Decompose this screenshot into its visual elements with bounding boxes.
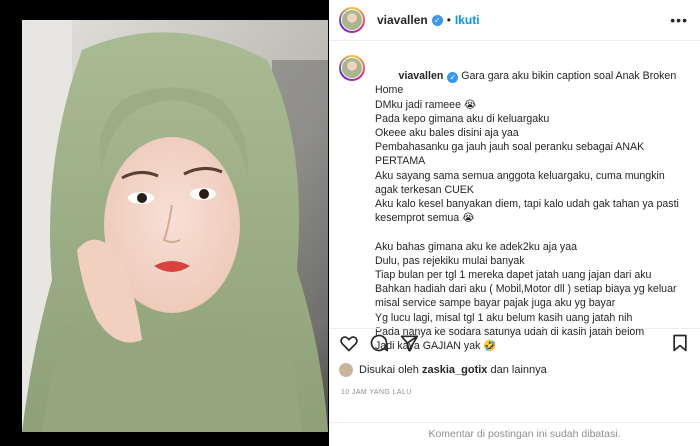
caption-line: Yg lucu lagi, misal tgl 1 aku belum kasi… — [375, 311, 633, 324]
comments-disabled-notice: Komentar di postingan ini sudah dibatasi… — [329, 422, 700, 446]
caption-line: Pembahasanku ga jauh jauh soal peranku s… — [375, 141, 645, 154]
avatar-image — [342, 10, 362, 30]
verified-check-icon: ✓ — [447, 72, 459, 84]
instagram-post-modal: viavallen ✓ • Ikuti ••• viavallen ✓ Gara … — [0, 0, 700, 446]
heart-icon[interactable] — [339, 333, 359, 353]
caption-line: Aku bahas gimana aku ke adek2ku aja yaa — [375, 240, 578, 253]
liked-by-suffix[interactable]: dan lainnya — [490, 364, 546, 376]
follow-button[interactable]: Ikuti — [455, 13, 480, 27]
verified-check-icon: ✓ — [431, 14, 443, 26]
likes-summary: Disukai oleh zaskia_gotix dan lainnya — [339, 363, 547, 377]
post-photo-illustration — [22, 20, 328, 432]
action-bar — [329, 328, 700, 356]
caption-line: Okeee aku bales disini aja yaa — [375, 127, 519, 140]
liked-by-user-link[interactable]: zaskia_gotix — [422, 364, 487, 376]
caption-line: DMku jadi rameee 😭 — [375, 98, 477, 111]
post-timestamp[interactable]: 10 JAM YANG LALU — [341, 389, 412, 396]
caption-line: Aku sayang sama semua anggota keluargaku… — [375, 169, 665, 182]
modal-backdrop[interactable] — [0, 0, 22, 446]
username-link[interactable]: viavallen — [377, 13, 428, 27]
caption-section: viavallen ✓ Gara gara aku bikin caption s… — [329, 41, 700, 352]
post-header: viavallen ✓ • Ikuti ••• — [329, 0, 700, 41]
post-photo[interactable] — [22, 20, 328, 432]
separator-dot: • — [446, 13, 451, 27]
caption-line: misal service sampe bayar pajak juga aku… — [375, 297, 616, 310]
caption-line: Bahkan hadiah dari aku ( Mobil,Motor dll… — [375, 283, 677, 296]
caption-line: kesemprot semua 😭 — [375, 212, 475, 225]
avatar-image — [342, 58, 362, 78]
caption-line: Pada kepo gimana aku di keluargaku — [375, 112, 550, 125]
post-caption: viavallen ✓ Gara gara aku bikin caption s… — [375, 55, 688, 353]
caption-line: PERTAMA — [375, 155, 426, 168]
liked-by-prefix: Disukai oleh — [359, 364, 419, 376]
liker-avatar[interactable] — [339, 363, 353, 377]
caption-line: Tiap bulan per tgl 1 mereka dapet jatah … — [375, 269, 652, 282]
caption-line: agak terkesan CUEK — [375, 183, 474, 196]
caption-line: Aku kalo kesel banyakan diem, tapi kalo … — [375, 198, 679, 211]
avatar[interactable] — [339, 7, 365, 33]
caption-line: Dulu, pas rejekiku mulai banyak — [375, 254, 525, 267]
more-options-icon[interactable]: ••• — [670, 12, 688, 28]
post-side-panel: viavallen ✓ • Ikuti ••• viavallen ✓ Gara … — [329, 0, 700, 446]
bookmark-icon[interactable] — [670, 333, 690, 353]
comment-icon[interactable] — [369, 333, 389, 353]
share-icon[interactable] — [399, 333, 419, 353]
caption-avatar[interactable] — [339, 55, 365, 81]
caption-username[interactable]: viavallen — [399, 70, 444, 82]
